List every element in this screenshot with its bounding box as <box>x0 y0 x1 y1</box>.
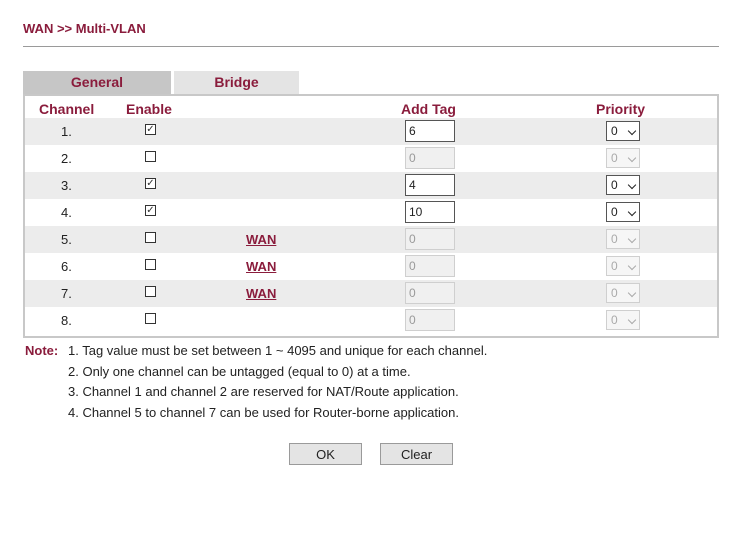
wan-link[interactable]: WAN <box>246 232 276 247</box>
channel-number: 3. <box>61 178 72 193</box>
tab-bridge[interactable]: Bridge <box>174 71 299 94</box>
priority-value: 0 <box>611 232 618 246</box>
add-tag-input[interactable] <box>405 147 455 169</box>
priority-value: 0 <box>611 151 618 165</box>
add-tag-input[interactable] <box>405 174 455 196</box>
ok-button[interactable]: OK <box>289 443 362 465</box>
add-tag-input[interactable] <box>405 309 455 331</box>
column-header-priority: Priority <box>596 101 646 117</box>
enable-checkbox[interactable]: ✓ <box>145 178 156 189</box>
table-row: 7. WAN 0 <box>25 280 717 307</box>
priority-value: 0 <box>611 259 618 273</box>
table-row: 1. ✓ 0 <box>25 118 717 145</box>
chevron-down-icon <box>627 207 637 217</box>
enable-checkbox[interactable]: ✓ <box>145 124 156 135</box>
column-header-add-tag: Add Tag <box>401 101 456 117</box>
title-divider <box>23 46 719 47</box>
add-tag-input[interactable] <box>405 120 455 142</box>
table-row: 3. ✓ 0 <box>25 172 717 199</box>
enable-checkbox[interactable] <box>145 313 156 324</box>
priority-select[interactable]: 0 <box>606 283 640 303</box>
priority-value: 0 <box>611 286 618 300</box>
enable-checkbox[interactable] <box>145 232 156 243</box>
page-title: WAN >> Multi-VLAN <box>23 21 146 36</box>
column-header-enable: Enable <box>126 101 172 117</box>
channel-number: 8. <box>61 313 72 328</box>
wan-link[interactable]: WAN <box>246 259 276 274</box>
channel-number: 7. <box>61 286 72 301</box>
wan-link[interactable]: WAN <box>246 286 276 301</box>
column-header-channel: Channel <box>39 101 95 117</box>
add-tag-input[interactable] <box>405 228 455 250</box>
priority-select[interactable]: 0 <box>606 256 640 276</box>
table-row: 6. WAN 0 <box>25 253 717 280</box>
channel-number: 1. <box>61 124 72 139</box>
enable-checkbox[interactable] <box>145 286 156 297</box>
tab-general[interactable]: General <box>23 71 171 94</box>
note-line: 4. Channel 5 to channel 7 can be used fo… <box>68 405 459 420</box>
priority-value: 0 <box>611 124 618 138</box>
clear-button[interactable]: Clear <box>380 443 453 465</box>
enable-checkbox[interactable]: ✓ <box>145 205 156 216</box>
note-line: 2. Only one channel can be untagged (equ… <box>68 364 411 379</box>
add-tag-input[interactable] <box>405 282 455 304</box>
chevron-down-icon <box>627 234 637 244</box>
chevron-down-icon <box>627 180 637 190</box>
chevron-down-icon <box>627 315 637 325</box>
note-line: 3. Channel 1 and channel 2 are reserved … <box>68 384 459 399</box>
add-tag-input[interactable] <box>405 201 455 223</box>
chevron-down-icon <box>627 126 637 136</box>
priority-value: 0 <box>611 313 618 327</box>
enable-checkbox[interactable] <box>145 151 156 162</box>
priority-select[interactable]: 0 <box>606 148 640 168</box>
enable-checkbox[interactable] <box>145 259 156 270</box>
table-row: 8. 0 <box>25 307 717 334</box>
table-row: 2. 0 <box>25 145 717 172</box>
channel-number: 5. <box>61 232 72 247</box>
priority-select[interactable]: 0 <box>606 202 640 222</box>
table-row: 4. ✓ 0 <box>25 199 717 226</box>
priority-select[interactable]: 0 <box>606 229 640 249</box>
chevron-down-icon <box>627 153 637 163</box>
priority-select[interactable]: 0 <box>606 310 640 330</box>
note-line: 1. Tag value must be set between 1 ~ 409… <box>68 343 488 358</box>
multi-vlan-table: Channel Enable Add Tag Priority 1.✓02.03… <box>23 94 719 338</box>
priority-value: 0 <box>611 205 618 219</box>
chevron-down-icon <box>627 288 637 298</box>
table-row: 5. WAN 0 <box>25 226 717 253</box>
note-label: Note: <box>25 343 59 358</box>
priority-value: 0 <box>611 178 618 192</box>
priority-select[interactable]: 0 <box>606 175 640 195</box>
add-tag-input[interactable] <box>405 255 455 277</box>
channel-number: 6. <box>61 259 72 274</box>
channel-number: 4. <box>61 205 72 220</box>
priority-select[interactable]: 0 <box>606 121 640 141</box>
channel-number: 2. <box>61 151 72 166</box>
chevron-down-icon <box>627 261 637 271</box>
